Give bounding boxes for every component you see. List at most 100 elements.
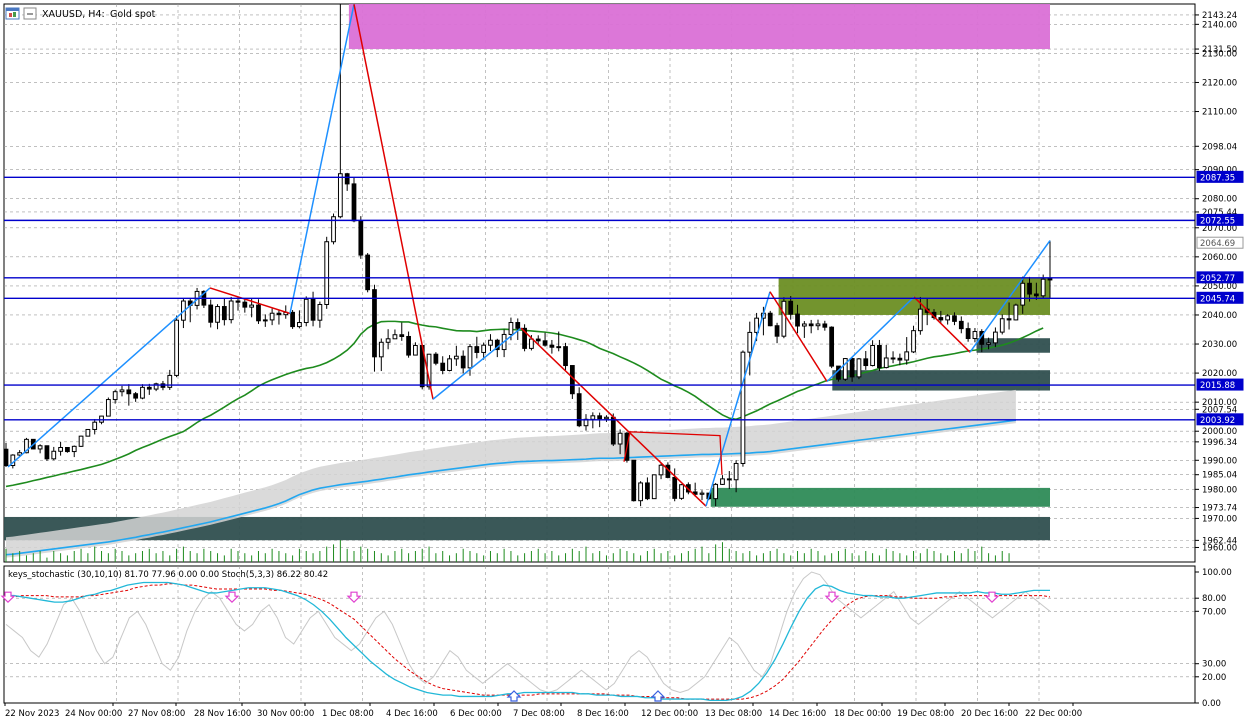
candle-body-up bbox=[720, 478, 725, 485]
candle-body-up bbox=[71, 445, 77, 453]
candle-body-up bbox=[904, 351, 910, 361]
candle-body-up bbox=[972, 331, 978, 340]
candle-body-down bbox=[474, 346, 480, 353]
candle-body-up bbox=[105, 399, 111, 417]
candle bbox=[1013, 303, 1019, 321]
candle bbox=[358, 216, 364, 259]
price-tick-label: 1960.00 bbox=[1202, 543, 1237, 553]
candle-body-up bbox=[617, 432, 623, 445]
chart-minimize-icon[interactable] bbox=[23, 7, 37, 20]
candle-body-down bbox=[276, 312, 282, 316]
candle-body-down bbox=[877, 344, 882, 369]
candle-body-down bbox=[221, 306, 227, 321]
candle bbox=[65, 446, 70, 453]
candle-body-down bbox=[576, 393, 582, 427]
time-tick-label: 19 Dec 08:00 bbox=[897, 709, 954, 719]
candle-body-up bbox=[228, 300, 234, 321]
candle-body-down bbox=[767, 312, 773, 327]
candle-body-up bbox=[945, 315, 951, 321]
candle-body-down bbox=[3, 448, 9, 467]
candle-body-up bbox=[112, 391, 118, 401]
candle-body-up bbox=[51, 450, 57, 460]
candle-body-down bbox=[344, 173, 350, 185]
candle-body-up bbox=[1013, 304, 1019, 321]
price-level-label: 2064.69 bbox=[1200, 239, 1235, 249]
candle-body-up bbox=[85, 428, 91, 437]
candle-body-down bbox=[365, 254, 371, 291]
candle-body-down bbox=[406, 335, 411, 356]
price-tick-label: 1980.00 bbox=[1202, 485, 1237, 495]
price-tick-label: 1970.00 bbox=[1202, 514, 1237, 524]
candle-body-up bbox=[37, 445, 43, 450]
candle bbox=[651, 474, 657, 500]
candle bbox=[576, 387, 582, 428]
candle-body-up bbox=[801, 323, 807, 327]
candle-body-down bbox=[433, 353, 439, 364]
candle-body-down bbox=[938, 317, 944, 321]
candle-body-down bbox=[631, 459, 637, 502]
candle bbox=[351, 177, 357, 223]
price-tick-label: 2040.00 bbox=[1202, 311, 1237, 321]
candle-body-up bbox=[119, 389, 125, 393]
candle-body-down bbox=[849, 358, 855, 378]
stochastic-label: keys_stochastic (30,10,10) 81.70 77.96 0… bbox=[8, 570, 328, 580]
candle-body-down bbox=[897, 357, 903, 361]
chart-background bbox=[0, 0, 1255, 722]
candle-body-up bbox=[269, 312, 275, 321]
candle-body-down bbox=[795, 313, 800, 327]
candle-body-down bbox=[44, 445, 50, 460]
candle-body-up bbox=[215, 306, 220, 323]
candle-body-down bbox=[1006, 318, 1012, 321]
candle bbox=[85, 428, 91, 437]
candle bbox=[631, 459, 637, 502]
candle-body-up bbox=[324, 241, 330, 306]
candle-body-down bbox=[774, 325, 780, 337]
candle bbox=[174, 315, 179, 378]
candle-body-down bbox=[542, 340, 548, 346]
candle-body-down bbox=[808, 323, 814, 327]
candle-body-up bbox=[815, 323, 821, 327]
candle-body-up bbox=[870, 344, 875, 367]
candle-body-up bbox=[917, 308, 923, 332]
candle-body-up bbox=[378, 341, 384, 358]
candle-body-up bbox=[262, 319, 268, 322]
candle-body-up bbox=[679, 484, 684, 499]
time-tick-label: 27 Nov 08:00 bbox=[128, 709, 185, 719]
candle-body-up bbox=[986, 342, 991, 345]
price-level-label: 2052.77 bbox=[1200, 274, 1235, 284]
candle-body-up bbox=[385, 338, 391, 343]
candle bbox=[303, 296, 309, 327]
price-level-label: 2072.55 bbox=[1200, 216, 1235, 226]
candle-body-up bbox=[651, 474, 657, 500]
symbol-label: XAUUSD, H4: bbox=[42, 9, 105, 20]
candle-body-down bbox=[242, 301, 248, 308]
candle-body-up bbox=[413, 344, 418, 356]
price-tick-label: 1990.00 bbox=[1202, 456, 1237, 466]
candle-body-down bbox=[235, 300, 241, 303]
candle-body-up bbox=[174, 319, 179, 376]
price-tick-label: 2030.00 bbox=[1202, 340, 1237, 350]
chart-window-icon[interactable] bbox=[5, 7, 20, 20]
candle-body-down bbox=[515, 322, 521, 329]
candle-body-up bbox=[999, 318, 1005, 333]
candle-body-down bbox=[256, 304, 261, 322]
candle-body-down bbox=[310, 298, 316, 321]
candle-body-down bbox=[460, 355, 466, 369]
price-level-label: 2015.88 bbox=[1200, 381, 1235, 391]
candle-body-down bbox=[65, 446, 70, 453]
candle-body-up bbox=[447, 358, 452, 371]
price-chart[interactable]: 2143.242140.002131.502130.002120.002110.… bbox=[0, 0, 1255, 722]
candle-body-up bbox=[747, 331, 753, 353]
candle-body-up bbox=[529, 338, 534, 349]
candle bbox=[228, 296, 234, 324]
chart-window[interactable]: 2143.24 2140.00 2131.50 2130.00 2120.00 2110.… bbox=[0, 0, 1255, 722]
time-tick-label: 24 Nov 00:00 bbox=[65, 709, 122, 719]
candle bbox=[740, 350, 746, 467]
candle-body-up bbox=[740, 351, 746, 464]
candle-body-up bbox=[453, 355, 459, 360]
candle-body-up bbox=[1047, 278, 1053, 281]
candle bbox=[44, 445, 50, 461]
time-tick-label: 6 Dec 00:00 bbox=[450, 709, 502, 719]
candle bbox=[78, 435, 84, 447]
candle-body-down bbox=[208, 304, 214, 323]
